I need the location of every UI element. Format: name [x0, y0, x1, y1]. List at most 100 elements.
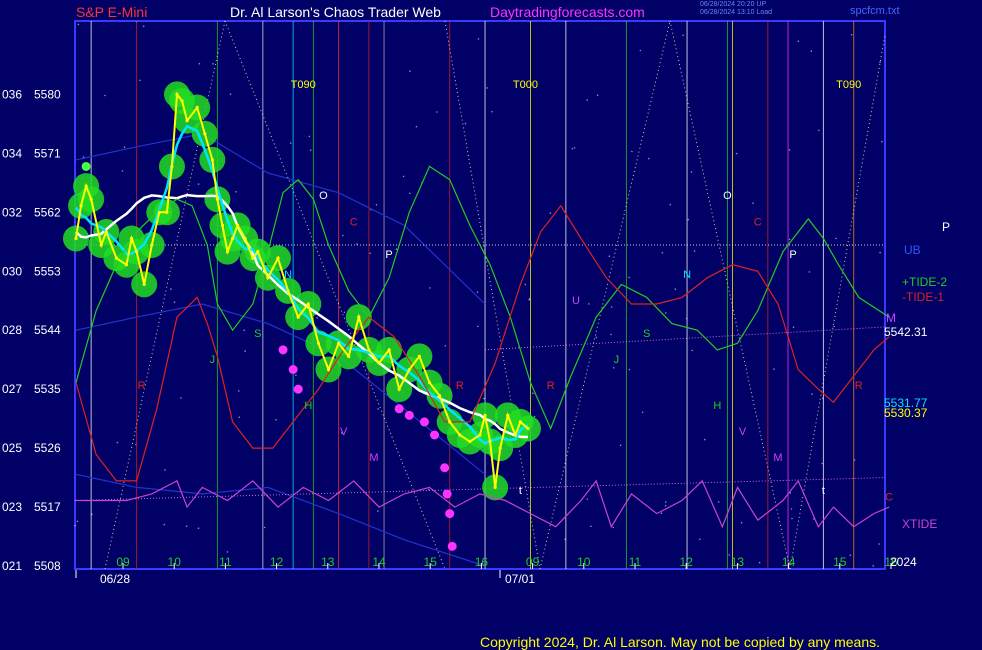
- price-point: [220, 223, 225, 227]
- star-dot: [142, 25, 145, 28]
- price-point: [347, 354, 351, 358]
- magenta-marker: [394, 404, 404, 414]
- price-point: [84, 184, 88, 188]
- x-date-label: 07/01: [505, 572, 535, 586]
- price-point: [518, 420, 523, 424]
- right-label: 5530.37: [884, 406, 928, 420]
- star-dot: [674, 288, 677, 291]
- y-tick-left-label: 023: [2, 500, 22, 514]
- star-dot: [74, 524, 76, 527]
- instrument-title: S&P E-Mini: [76, 4, 148, 20]
- star-dot: [610, 333, 612, 336]
- star-dot: [647, 157, 650, 160]
- star-dot: [524, 283, 527, 286]
- price-point: [99, 243, 103, 247]
- price-point: [326, 367, 331, 372]
- price-point: [142, 282, 146, 286]
- star-dot: [342, 234, 344, 237]
- annotation-label: U: [572, 295, 580, 307]
- x-hour-label: 12: [680, 555, 694, 569]
- y-tick-price-label: 5553: [34, 264, 61, 278]
- right-label: 2024: [890, 555, 917, 569]
- annotation-label: J: [210, 354, 216, 366]
- x-hour-label: 10: [577, 555, 591, 569]
- star-dot: [661, 251, 664, 254]
- star-dot: [476, 291, 479, 294]
- star-dot: [549, 212, 552, 214]
- star-dot: [444, 345, 447, 347]
- y-axis: 036 5580 034 5571 032 5562 030 5553 028 5544 027 55…: [2, 87, 61, 573]
- author-title: Dr. Al Larson's Chaos Trader Web: [230, 4, 441, 20]
- annotation-label: N: [284, 269, 292, 281]
- star-dot: [586, 99, 588, 101]
- star-dot: [464, 122, 467, 125]
- y-tick-left-label: 025: [2, 441, 22, 455]
- y-tick-price-label: 5526: [34, 441, 61, 455]
- price-point: [296, 315, 300, 319]
- price-point: [377, 361, 381, 365]
- annotation-label: V: [739, 426, 747, 438]
- file-name: spcfcm.txt: [850, 5, 900, 17]
- star-dot: [691, 349, 693, 352]
- star-dot: [791, 517, 793, 520]
- site-link[interactable]: Daytradingforecasts.com: [490, 4, 645, 20]
- star-dot: [596, 94, 599, 96]
- chart-svg: T090 T000 T090 O O C C P P N N U S S J J R R R R H H V V M Mt t C 0…: [2, 20, 950, 586]
- x-hour-label: 15: [833, 555, 847, 569]
- load-stamp: 06/28/2024 13:10 Load: [700, 9, 773, 16]
- star-dot: [295, 374, 297, 377]
- star-dot: [835, 237, 837, 240]
- star-dot: [586, 498, 589, 500]
- star-dot: [699, 538, 701, 541]
- x-hour-label: 09: [116, 555, 130, 569]
- x-hour-label: 13: [731, 555, 745, 569]
- star-dot: [752, 202, 754, 204]
- star-dot: [879, 251, 881, 254]
- annotation-label: R: [547, 380, 555, 392]
- price-point: [114, 256, 118, 260]
- star-dot: [289, 142, 292, 144]
- star-dot: [821, 462, 823, 465]
- star-dot: [773, 368, 775, 370]
- star-dot: [818, 129, 820, 132]
- star-dot: [669, 203, 672, 206]
- price-point: [256, 250, 260, 254]
- star-dot: [717, 501, 720, 503]
- price-point: [367, 348, 371, 352]
- x-hour-label: 11: [219, 555, 232, 569]
- star-dot: [687, 218, 690, 221]
- price-point: [210, 158, 214, 162]
- star-dot: [121, 170, 124, 172]
- star-dot: [788, 238, 791, 241]
- y-tick-price-label: 5580: [34, 87, 61, 101]
- price-point: [483, 413, 487, 417]
- annotation-label: C: [350, 216, 358, 228]
- star-dot: [436, 111, 438, 113]
- copyright-notice: Copyright 2024, Dr. Al Larson. May not b…: [480, 634, 881, 650]
- price-point: [427, 381, 432, 385]
- star-dot: [610, 306, 613, 308]
- star-dot: [810, 50, 813, 52]
- star-dot: [343, 311, 346, 314]
- star-dot: [377, 510, 379, 512]
- star-dot: [612, 367, 615, 369]
- star-dot: [180, 397, 182, 399]
- price-point: [230, 236, 235, 241]
- x-hour-label: 11: [629, 555, 642, 569]
- star-dot: [811, 393, 813, 395]
- price-point: [513, 433, 517, 437]
- magenta-marker: [278, 345, 288, 355]
- star-dot: [735, 152, 738, 155]
- x-hour-label: 13: [321, 555, 335, 569]
- annotation-label: P: [385, 249, 392, 261]
- star-dot: [879, 61, 881, 63]
- price-point: [104, 230, 108, 234]
- price-point: [417, 354, 421, 358]
- price-point: [180, 99, 184, 103]
- star-dot: [833, 325, 835, 328]
- star-dot: [409, 70, 411, 72]
- star-dot: [850, 34, 853, 36]
- price-point: [526, 426, 530, 431]
- star-dot: [612, 526, 614, 529]
- star-dot: [197, 527, 200, 529]
